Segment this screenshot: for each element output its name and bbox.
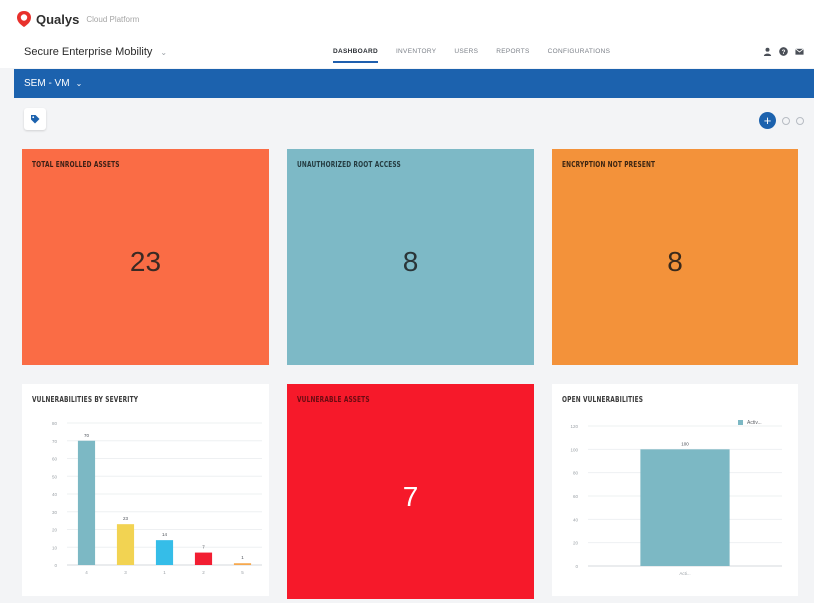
y-tick-label: 0 [575, 564, 578, 569]
bar [640, 449, 730, 566]
x-tick-label: 5 [241, 570, 244, 575]
widget-value: 8 [402, 246, 419, 278]
tab-inventory[interactable]: INVENTORY [396, 40, 436, 63]
y-tick-label: 60 [52, 457, 58, 462]
widget-vulnerable-assets[interactable]: VULNERABLE ASSETS 7 [287, 384, 534, 599]
tab-reports[interactable]: REPORTS [496, 40, 529, 63]
legend-swatch [738, 420, 743, 425]
bar-value-label: 1 [241, 555, 244, 560]
dashboard-name: SEM - VM [24, 78, 70, 89]
x-tick-label: 3 [124, 570, 127, 575]
x-tick-label: 4 [85, 570, 88, 575]
tab-dashboard[interactable]: DASHBOARD [333, 40, 378, 63]
chevron-down-icon: ⌄ [75, 79, 83, 88]
add-widget-button[interactable]: + [759, 112, 776, 129]
user-icon[interactable] [763, 47, 772, 56]
bar [233, 563, 252, 565]
main-nav: DASHBOARD INVENTORY USERS REPORTS CONFIG… [333, 40, 610, 63]
brand-logo[interactable]: Qualys Cloud Platform [16, 10, 139, 28]
tab-users[interactable]: USERS [454, 40, 478, 63]
bar [194, 552, 213, 565]
help-icon[interactable]: ? [779, 47, 788, 56]
bar-value-label: 14 [162, 532, 168, 537]
widget-title: UNAUTHORIZED ROOT ACCESS [297, 160, 401, 169]
brand-name: Qualys [36, 11, 80, 27]
widget-title: ENCRYPTION NOT PRESENT [562, 160, 656, 169]
bar-value-label: 23 [123, 516, 129, 521]
settings-icon[interactable] [796, 116, 804, 125]
y-tick-label: 80 [52, 421, 58, 426]
plus-icon: + [763, 113, 772, 128]
y-tick-label: 50 [52, 474, 58, 479]
dashboard-tools: + [759, 112, 804, 129]
open-vulnerabilities-bar-chart: 0 20 40 60 80 100 120 100 Acti... Activ... [570, 420, 782, 576]
widget-title: OPEN VULNERABILITIES [562, 395, 644, 404]
y-tick-label: 20 [573, 541, 579, 546]
dashboard-selector[interactable]: SEM - VM ⌄ [24, 78, 82, 89]
app-name: Secure Enterprise Mobility [24, 46, 153, 58]
chevron-down-icon: ⌄ [160, 47, 168, 57]
top-header: Qualys Cloud Platform Secure Enterprise … [0, 0, 814, 68]
bar-value-label: 70 [84, 433, 90, 438]
tab-configurations[interactable]: CONFIGURATIONS [548, 40, 611, 63]
tag-filter-button[interactable] [24, 108, 46, 130]
widget-title: VULNERABLE ASSETS [297, 395, 370, 404]
y-tick-label: 100 [570, 447, 578, 452]
y-tick-label: 20 [52, 528, 58, 533]
widget-title: TOTAL ENROLLED ASSETS [32, 160, 120, 169]
widget-title: VULNERABILITIES BY SEVERITY [32, 395, 139, 404]
y-tick-label: 40 [573, 517, 579, 522]
y-tick-label: 40 [52, 492, 58, 497]
y-tick-label: 80 [573, 471, 579, 476]
widget-value: 8 [667, 246, 683, 278]
y-tick-label: 0 [54, 563, 57, 568]
widget-unauthorized-root-access[interactable]: UNAUTHORIZED ROOT ACCESS 8 [287, 149, 534, 365]
bar-value-label: 100 [681, 441, 689, 446]
app-selector[interactable]: Secure Enterprise Mobility ⌄ [24, 46, 167, 58]
widget-value: 7 [402, 480, 419, 512]
x-tick-label: 1 [163, 570, 166, 575]
widget-vulnerabilities-by-severity[interactable]: VULNERABILITIES BY SEVERITY 0 10 20 30 40 50 6… [22, 384, 269, 596]
y-tick-label: 10 [52, 545, 58, 550]
qualys-logo-icon [17, 11, 31, 27]
y-tick-label: 60 [573, 494, 579, 499]
tag-icon [31, 115, 40, 124]
svg-text:?: ? [782, 49, 786, 56]
y-tick-label: 70 [52, 439, 58, 444]
widget-value: 23 [129, 246, 162, 278]
severity-bar-chart: 010203040506070807042331417215 [52, 421, 262, 575]
widget-open-vulnerabilities[interactable]: OPEN VULNERABILITIES 0 20 40 60 80 100 120 100 A… [552, 384, 798, 596]
mail-icon[interactable] [795, 47, 804, 56]
x-tick-label: Acti... [679, 571, 690, 576]
brand-subtitle: Cloud Platform [86, 14, 140, 24]
bar [116, 524, 135, 565]
bar [155, 540, 174, 565]
y-tick-label: 120 [570, 424, 578, 429]
refresh-icon[interactable] [782, 116, 790, 125]
widget-encryption-not-present[interactable]: ENCRYPTION NOT PRESENT 8 [552, 149, 798, 365]
legend-label: Activ... [747, 420, 762, 426]
x-tick-label: 2 [202, 570, 205, 575]
bar [77, 440, 96, 565]
widget-total-enrolled-assets[interactable]: TOTAL ENROLLED ASSETS 23 [22, 149, 269, 365]
dashboard-bar: SEM - VM ⌄ [14, 69, 814, 98]
y-tick-label: 30 [52, 510, 58, 515]
header-actions: ? [763, 47, 804, 56]
app-root: Qualys Cloud Platform Secure Enterprise … [0, 0, 814, 603]
